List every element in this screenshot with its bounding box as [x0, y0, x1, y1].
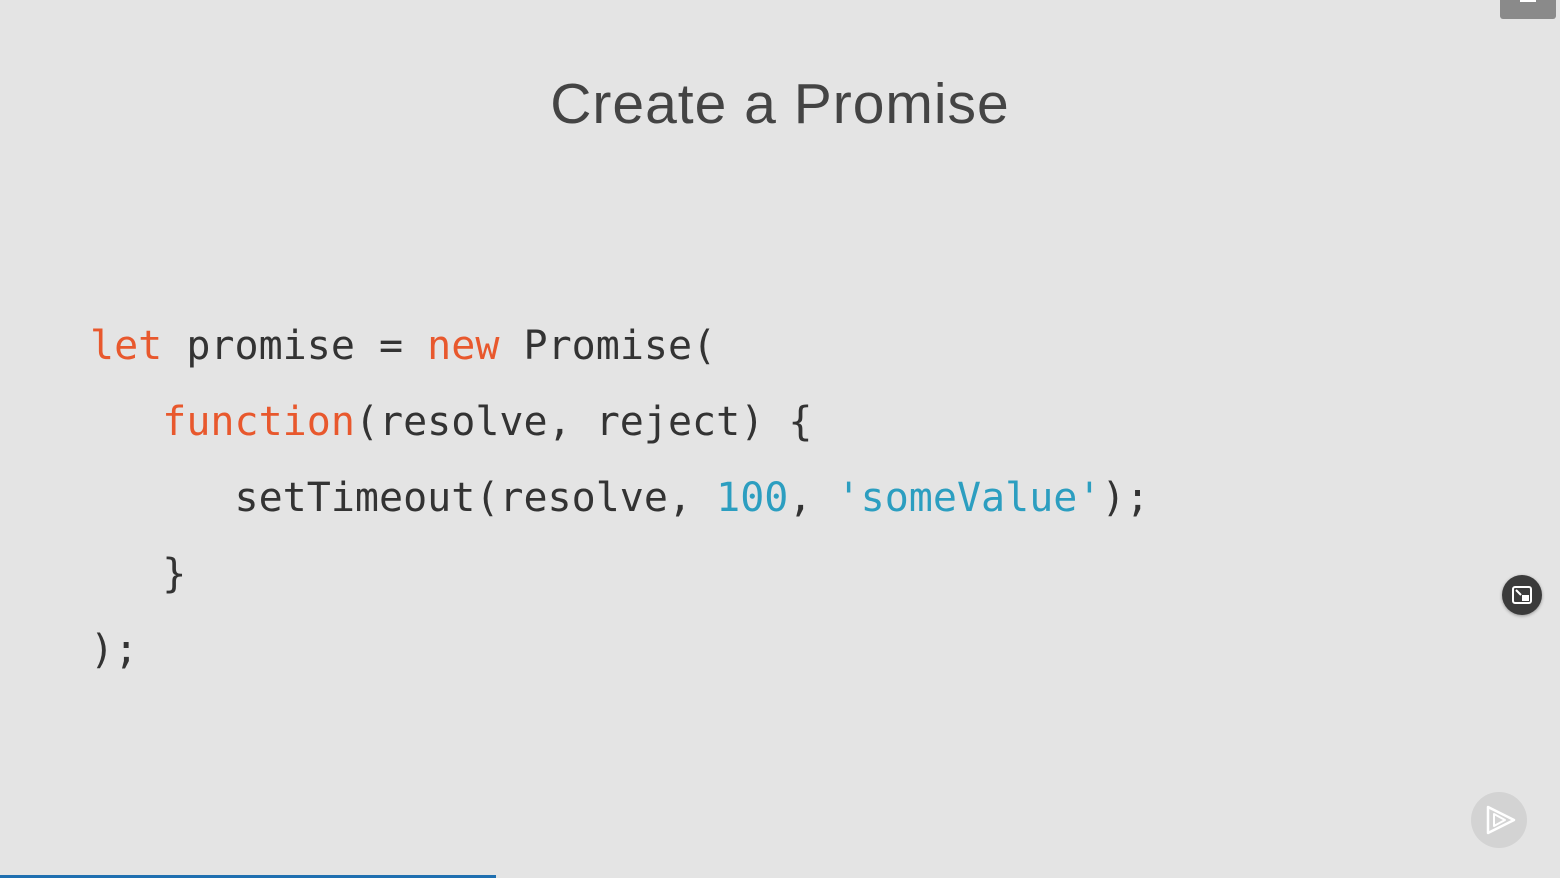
code-token-plain: }: [90, 551, 187, 597]
code-token-plain: );: [1101, 475, 1150, 521]
code-token-plain: );: [90, 627, 139, 673]
slide-title: Create a Promise: [550, 72, 1010, 136]
code-block: let promise = new Promise( function(reso…: [90, 318, 1150, 698]
code-token-kw: function: [162, 399, 355, 445]
code-line: let promise = new Promise(: [90, 318, 1150, 394]
next-clip-button[interactable]: [1471, 792, 1527, 848]
code-line: );: [90, 622, 1150, 698]
code-token-kw: let: [90, 323, 163, 369]
code-token-plain: setTimeout(resolve,: [90, 475, 717, 521]
code-line: setTimeout(resolve, 100, 'someValue');: [90, 470, 1150, 546]
menu-button[interactable]: [1500, 0, 1556, 19]
code-token-plain: (resolve, reject) {: [354, 399, 813, 445]
code-line: function(resolve, reject) {: [90, 394, 1150, 470]
code-token-plain: promise =: [162, 323, 428, 369]
code-line: }: [90, 546, 1150, 622]
picture-in-picture-button[interactable]: [1502, 575, 1542, 615]
code-token-kw: new: [427, 323, 500, 369]
code-token-str: 'someValue': [836, 475, 1102, 521]
code-token-num: 100: [716, 475, 789, 521]
code-token-plain: Promise(: [499, 323, 717, 369]
slide-canvas: Create a Promise let promise = new Promi…: [0, 0, 1560, 878]
code-token-plain: ,: [788, 475, 837, 521]
